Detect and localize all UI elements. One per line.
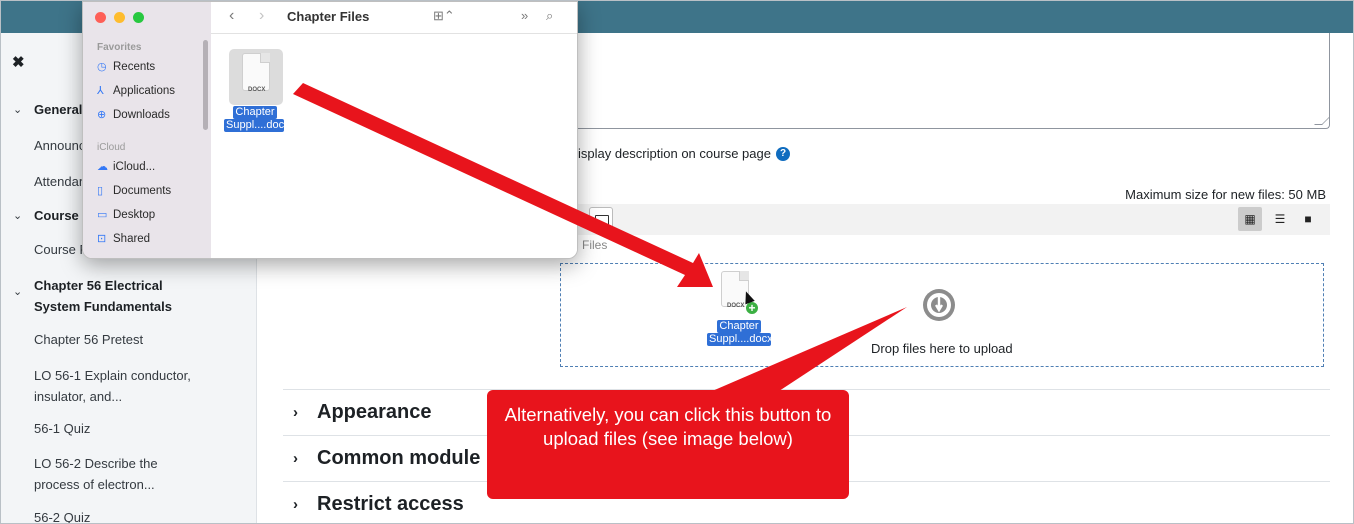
finder-sidebar: Favorites ◷ Recents ⅄ Applications ⊕ Downlo… [83, 2, 211, 258]
cloud-icon: ☁ [97, 161, 108, 173]
document-icon: ▯ [97, 185, 104, 197]
finder-sidebar-downloads[interactable]: ⊕ Downloads [97, 108, 170, 121]
chevron-down-icon[interactable]: ⌄ [13, 209, 22, 222]
course-item-attendance[interactable]: Attendan [34, 171, 86, 192]
finder-sidebar-scrollbar[interactable] [203, 40, 208, 130]
finder-sidebar-desktop[interactable]: ▭ Desktop [97, 208, 155, 221]
section-title-line2: System Fundamentals [34, 299, 172, 314]
description-textarea[interactable] [566, 33, 1330, 129]
finder-item-label: iCloud... [113, 161, 156, 173]
more-toolbar-icon[interactable]: » [521, 8, 528, 23]
course-item-lo-56-1[interactable]: LO 56-1 Explain conductor, insulator, an… [34, 365, 191, 407]
minimize-window-button[interactable] [114, 12, 125, 23]
list-icon[interactable]: ☰ [1268, 207, 1292, 231]
item-line1: LO 56-2 Describe the [34, 456, 158, 471]
item-line2: process of electron... [34, 477, 155, 492]
shared-folder-icon: ⊡ [97, 233, 107, 245]
search-icon[interactable]: ⌕ [546, 8, 553, 24]
finder-sidebar-icloud-drive[interactable]: ☁ iCloud... [97, 160, 155, 173]
course-item-lo-56-2[interactable]: LO 56-2 Describe the process of electron… [34, 453, 158, 495]
finder-sidebar-applications[interactable]: ⅄ Applications [97, 84, 175, 97]
chevron-right-icon: › [293, 496, 298, 513]
course-item-56-1-quiz[interactable]: 56-1 Quiz [34, 418, 90, 439]
finder-sidebar-shared[interactable]: ⊡ Shared [97, 232, 150, 245]
section-title-line1: Chapter 56 Electrical [34, 278, 163, 293]
finder-sidebar-recents[interactable]: ◷ Recents [97, 60, 155, 73]
section-title: Appearance [317, 401, 432, 423]
chevron-down-icon[interactable]: ⌄ [13, 285, 22, 298]
finder-item-label: Applications [113, 85, 176, 97]
chevron-down-icon[interactable]: ⌄ [13, 103, 22, 116]
help-icon[interactable]: ? [776, 147, 790, 161]
download-icon: ⊕ [97, 109, 107, 121]
file-name-line1: Chapter [719, 320, 759, 332]
annotation-callout: Alternatively, you can click this button… [487, 390, 849, 499]
zoom-window-button[interactable] [133, 12, 144, 23]
screenshot-frame: ✖ ⌄ General Announce Attendan ⌄ Course R… [0, 0, 1354, 524]
section-title: Common module [317, 447, 481, 469]
filepicker-toolbar: ▦ ☰ ■ [556, 204, 1330, 235]
finder-window-title: Chapter Files [287, 9, 370, 24]
dragged-file[interactable]: DOCX + Chapter Suppl....docx [707, 269, 773, 349]
finder-window: Favorites ◷ Recents ⅄ Applications ⊕ Downlo… [82, 1, 578, 259]
finder-item-label: Shared [113, 233, 151, 245]
course-item-56-2-quiz[interactable]: 56-2 Quiz [34, 507, 90, 523]
course-item-resources[interactable]: Course R [34, 239, 89, 260]
upload-arrow-icon [935, 296, 943, 313]
finder-item-label: Downloads [113, 109, 170, 121]
finder-item-label: Documents [113, 185, 172, 197]
docx-file-icon[interactable] [242, 53, 270, 91]
file-name-line2[interactable]: Suppl....docx [224, 119, 290, 132]
max-file-size-text: Maximum size for new files: 50 MB [1125, 187, 1326, 202]
back-icon[interactable]: ‹ [229, 7, 234, 25]
grid-icon[interactable]: ▦ [1238, 207, 1262, 231]
file-name-line1[interactable]: Chapter [233, 106, 277, 119]
item-line1: LO 56-1 Explain conductor, [34, 368, 191, 383]
finder-toolbar: ‹ › Chapter Files ⊞⌃ » ⌕ [211, 2, 577, 34]
display-description-label: isplay description on course page [578, 146, 771, 161]
finder-sidebar-documents[interactable]: ▯ Documents [97, 184, 171, 197]
file-type-tag: DOCX [727, 303, 745, 309]
chevron-right-icon: › [293, 404, 298, 421]
folder-icon[interactable]: ■ [1296, 207, 1320, 231]
item-line2: insulator, and... [34, 389, 123, 404]
icloud-header: iCloud [97, 142, 126, 153]
view-options-icon[interactable]: ⊞⌃ [433, 8, 455, 24]
course-item-chapter-56-pretest[interactable]: Chapter 56 Pretest [34, 329, 143, 350]
desktop-icon: ▭ [97, 209, 108, 221]
clock-icon: ◷ [97, 61, 107, 73]
applications-icon: ⅄ [97, 85, 104, 97]
finder-file-area: DOCX Chapter Suppl....docx [211, 35, 577, 258]
file-name-label: Chapter [717, 320, 761, 333]
resize-handle[interactable] [1314, 117, 1330, 125]
view-mode-switcher: ▦ ☰ ■ [1238, 207, 1324, 231]
section-title: Restrict access [317, 493, 464, 515]
finder-item-label: Recents [113, 61, 156, 73]
files-breadcrumb: Files [582, 238, 608, 252]
forward-icon[interactable]: › [259, 7, 264, 25]
file-type-tag: DOCX [248, 87, 266, 93]
close-icon[interactable]: ✖ [12, 53, 25, 71]
create-folder-button[interactable] [589, 207, 613, 231]
file-name-label-2: Suppl....docx [707, 333, 773, 346]
course-section-chapter-56[interactable]: Chapter 56 Electrical System Fundamental… [34, 275, 172, 317]
close-window-button[interactable] [95, 12, 106, 23]
course-section-general[interactable]: General [34, 99, 82, 120]
file-name-line2: Suppl....docx [709, 333, 773, 345]
finder-item-label: Desktop [113, 209, 156, 221]
favorites-header: Favorites [97, 42, 142, 53]
drop-files-text: Drop files here to upload [871, 341, 1013, 356]
chevron-right-icon: › [293, 450, 298, 467]
